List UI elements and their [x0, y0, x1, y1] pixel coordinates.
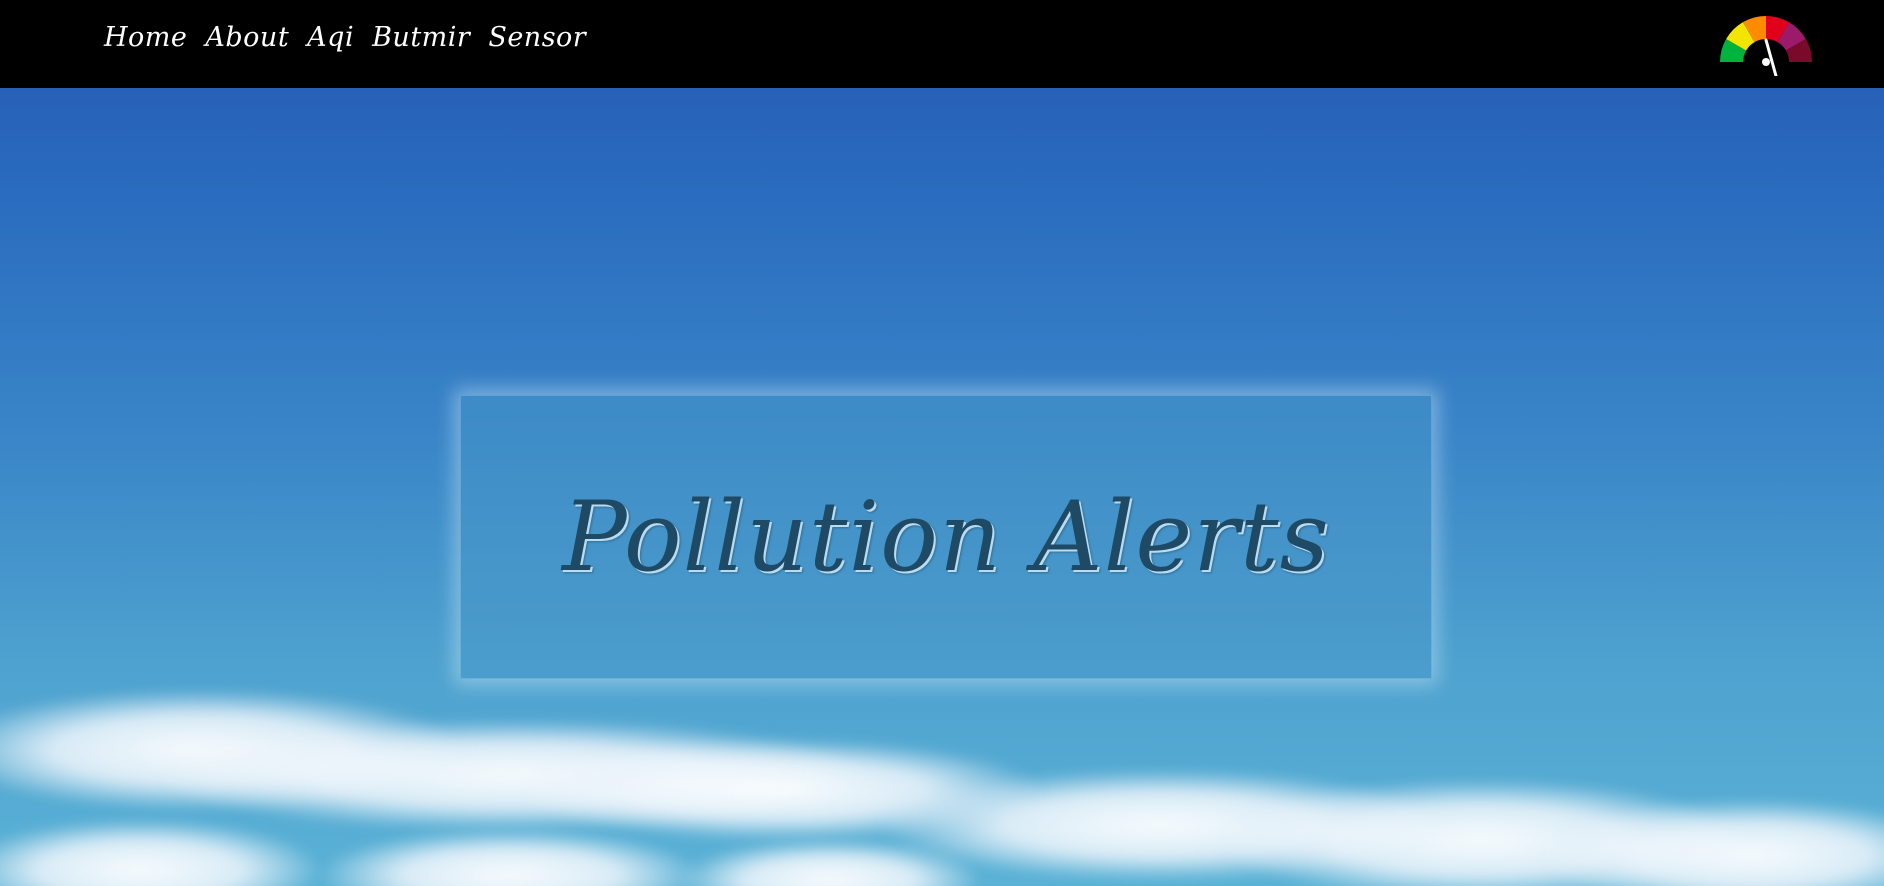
- hero-panel: Pollution Alerts: [460, 395, 1432, 679]
- top-navigation-bar: Home About Aqi Butmir Sensor: [0, 0, 1884, 88]
- nav-aqi-link[interactable]: Aqi: [307, 22, 354, 53]
- nav-about-link[interactable]: About: [205, 22, 289, 53]
- nav-home-link[interactable]: Home: [104, 22, 187, 53]
- main-nav: Home About Aqi Butmir Sensor: [104, 22, 586, 53]
- aqi-gauge-icon: [1718, 14, 1814, 78]
- page-title: Pollution Alerts: [562, 481, 1330, 593]
- page: Home About Aqi Butmir Sensor Pollution A…: [0, 0, 1884, 886]
- nav-sensor-link[interactable]: Sensor: [488, 22, 586, 53]
- nav-butmir-link[interactable]: Butmir: [372, 22, 470, 53]
